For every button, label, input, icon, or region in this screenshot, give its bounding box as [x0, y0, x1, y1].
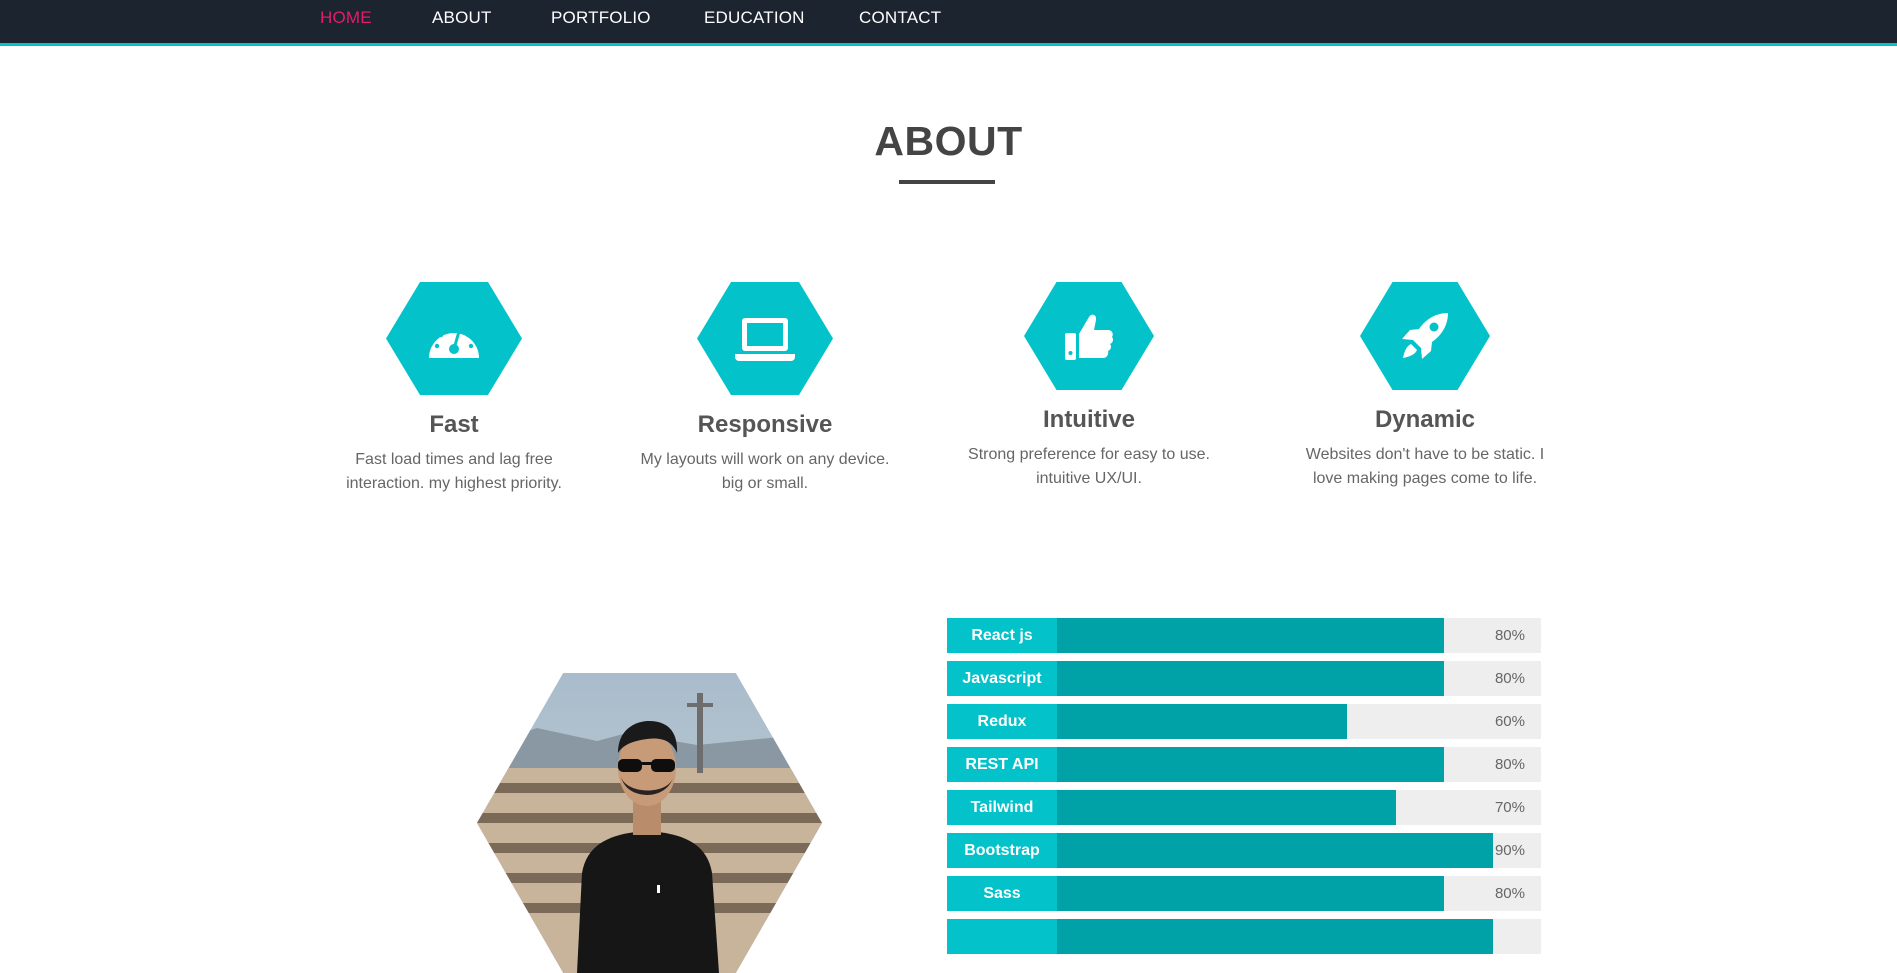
skill-bar: Javascript 80% — [947, 661, 1541, 696]
skill-name — [947, 919, 1057, 954]
title-underline — [899, 180, 995, 184]
skill-progress-fill — [1057, 919, 1493, 954]
skill-name: Redux — [947, 704, 1057, 739]
feature-hexagon — [1024, 282, 1154, 390]
feature-hexagon — [1360, 282, 1490, 390]
description-line: intuitive UX/UI. — [1036, 470, 1142, 487]
skill-percent: 70% — [1494, 799, 1525, 816]
skill-percent: 90% — [1494, 842, 1525, 859]
skill-progress-fill — [1057, 747, 1444, 782]
skill-progress-fill — [1057, 833, 1493, 868]
skill-progress-fill — [1057, 704, 1347, 739]
skill-progress-fill — [1057, 618, 1444, 653]
feature-title: Fast — [429, 411, 479, 438]
skill-percent: 80% — [1494, 670, 1525, 687]
skill-bar: Sass 80% — [947, 876, 1541, 911]
feature-dynamic: Dynamic Websites don't have to be static… — [1285, 282, 1565, 491]
feature-title: Responsive — [697, 411, 833, 438]
skill-progress-fill — [1057, 876, 1444, 911]
thumbs-up-icon — [1062, 309, 1116, 363]
skill-percent: 80% — [1494, 627, 1525, 644]
top-nav: HOME ABOUT PORTFOLIO EDUCATION CONTACT — [0, 0, 1897, 46]
skill-bar: Redux 60% — [947, 704, 1541, 739]
skill-progress-fill — [1057, 790, 1396, 825]
skill-name: React js — [947, 618, 1057, 653]
skill-progress-fill — [1057, 661, 1444, 696]
description-line: big or small. — [721, 475, 809, 492]
skill-percent: 60% — [1494, 713, 1525, 730]
section-title: ABOUT — [874, 118, 1023, 164]
laptop-icon — [733, 315, 797, 363]
skill-name: Tailwind — [947, 790, 1057, 825]
description-line: Strong preference for easy to use. — [968, 446, 1210, 463]
nav-contact-link[interactable]: CONTACT — [859, 8, 941, 28]
skill-bar: Bootstrap 90% — [947, 833, 1541, 868]
skill-name: Sass — [947, 876, 1057, 911]
description-line: My layouts will work on any device. — [640, 451, 890, 468]
feature-fast: Fast Fast load times and lag free intera… — [314, 282, 594, 496]
feature-hexagon — [697, 282, 833, 395]
feature-intuitive: Intuitive Strong preference for easy to … — [949, 282, 1229, 491]
feature-title: Intuitive — [1042, 406, 1135, 433]
skill-bar: REST API 80% — [947, 747, 1541, 782]
skill-name: REST API — [947, 747, 1057, 782]
feature-description: Strong preference for easy to use. intui… — [949, 443, 1229, 491]
feature-title: Dynamic — [1374, 406, 1476, 433]
description-line: Websites don't have to be static. I — [1305, 446, 1545, 463]
feature-description: Websites don't have to be static. I love… — [1285, 443, 1565, 491]
rocket-icon — [1398, 309, 1452, 363]
skill-name: Bootstrap — [947, 833, 1057, 868]
description-line: love making pages come to life. — [1312, 470, 1538, 487]
feature-responsive: Responsive My layouts will work on any d… — [625, 282, 905, 496]
skill-name: Javascript — [947, 661, 1057, 696]
skill-bar: Tailwind 70% — [947, 790, 1541, 825]
nav-education-link[interactable]: EDUCATION — [704, 8, 805, 28]
speedometer-icon — [425, 316, 483, 362]
profile-photo — [477, 673, 822, 973]
skill-percent: 80% — [1494, 756, 1525, 773]
feature-description: Fast load times and lag free interaction… — [314, 448, 594, 496]
skill-percent: 80% — [1494, 885, 1525, 902]
nav-home-link[interactable]: HOME — [320, 8, 372, 28]
feature-description: My layouts will work on any device. big … — [625, 448, 905, 496]
nav-portfolio-link[interactable]: PORTFOLIO — [551, 8, 651, 28]
skill-bar — [947, 919, 1541, 954]
description-line: interaction. my highest priority. — [346, 475, 562, 492]
skill-bar: React js 80% — [947, 618, 1541, 653]
feature-hexagon — [386, 282, 522, 395]
nav-about-link[interactable]: ABOUT — [432, 8, 492, 28]
description-line: Fast load times and lag free — [355, 451, 553, 468]
